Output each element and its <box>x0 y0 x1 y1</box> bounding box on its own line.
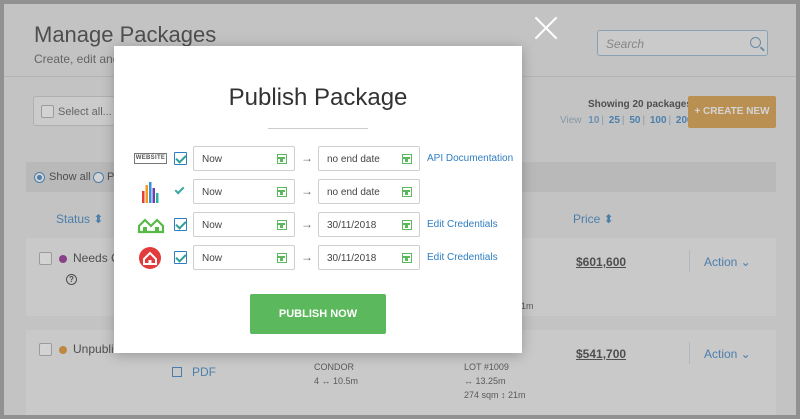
bar-chart-logo-icon <box>142 182 159 203</box>
end-date-input[interactable]: 30/11/2018 <box>318 212 420 237</box>
arrow-right-icon: → <box>301 184 313 198</box>
calendar-icon[interactable] <box>277 154 287 164</box>
calendar-icon[interactable] <box>277 220 287 230</box>
edit-credentials-link[interactable]: Edit Credentials <box>427 219 498 230</box>
modal-title: Publish Package <box>228 84 408 111</box>
publish-package-modal: Publish Package WEBSITE Now → no end dat… <box>114 46 522 353</box>
start-date-input[interactable]: Now <box>193 146 295 171</box>
calendar-icon[interactable] <box>277 187 287 197</box>
title-divider <box>268 128 368 129</box>
arrow-right-icon: → <box>301 217 313 231</box>
green-house-logo-icon <box>137 218 165 234</box>
edit-credentials-link[interactable]: Edit Credentials <box>427 252 498 263</box>
start-date-input[interactable]: Now <box>193 212 295 237</box>
red-house-logo-icon <box>139 247 161 269</box>
website-checkbox[interactable] <box>174 152 187 165</box>
calendar-icon[interactable] <box>402 253 412 263</box>
portal-3-checkbox[interactable] <box>174 218 187 231</box>
portal-4-checkbox[interactable] <box>174 251 187 264</box>
checkmark-icon[interactable] <box>174 184 185 195</box>
end-date-input[interactable]: no end date <box>318 179 420 204</box>
arrow-right-icon: → <box>301 250 313 264</box>
end-date-input[interactable]: no end date <box>318 146 420 171</box>
calendar-icon[interactable] <box>402 187 412 197</box>
start-date-input[interactable]: Now <box>193 245 295 270</box>
start-date-input[interactable]: Now <box>193 179 295 204</box>
api-documentation-link[interactable]: API Documentation <box>427 153 513 164</box>
calendar-icon[interactable] <box>277 253 287 263</box>
arrow-right-icon: → <box>301 151 313 165</box>
publish-row-portal-3: Now → 30/11/2018 Edit Credentials <box>132 212 522 238</box>
website-logo: WEBSITE <box>132 146 168 172</box>
end-date-input[interactable]: 30/11/2018 <box>318 245 420 270</box>
calendar-icon[interactable] <box>402 154 412 164</box>
publish-row-portal-4: Now → 30/11/2018 Edit Credentials <box>132 245 522 271</box>
calendar-icon[interactable] <box>402 220 412 230</box>
publish-now-button[interactable]: PUBLISH NOW <box>250 294 386 334</box>
publish-row-website: WEBSITE Now → no end date API Documentat… <box>132 146 522 172</box>
close-icon[interactable] <box>534 16 558 40</box>
publish-row-portal-2: Now → no end date <box>132 179 522 205</box>
